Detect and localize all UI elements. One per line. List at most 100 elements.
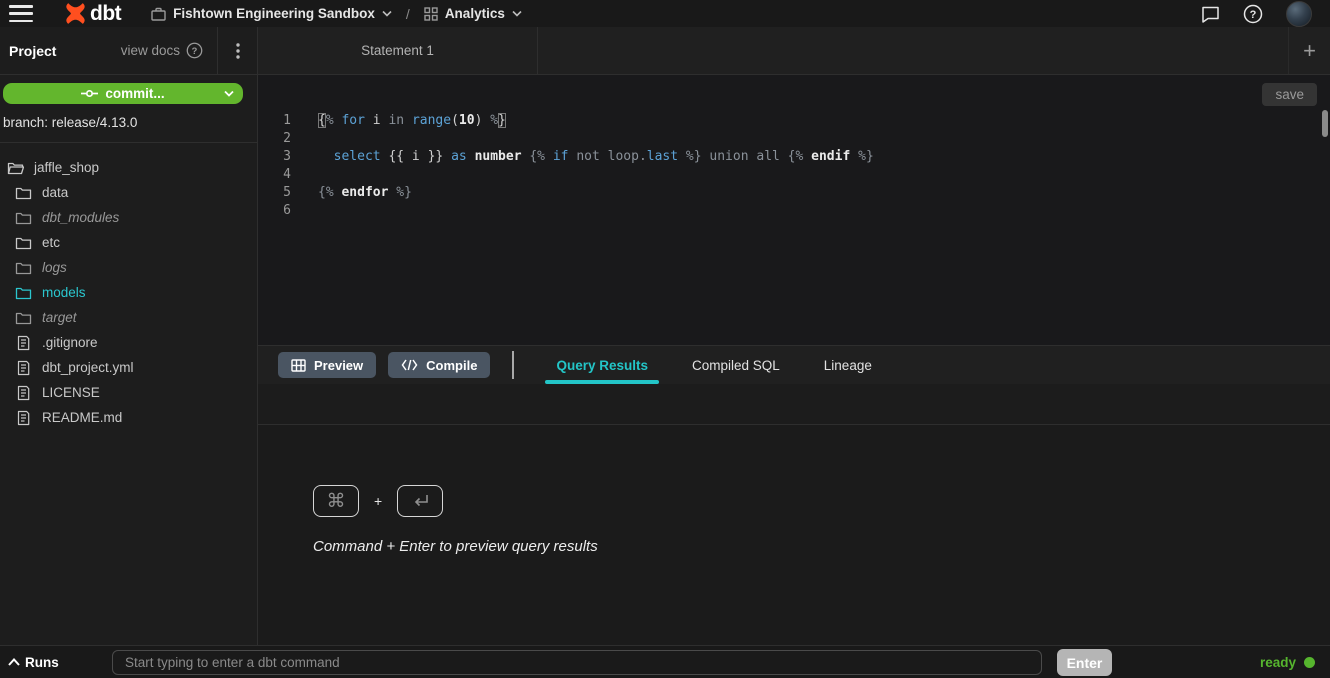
dbt-logo-mark-icon	[63, 1, 88, 26]
preview-button[interactable]: Preview	[278, 352, 376, 378]
code-icon	[401, 359, 418, 371]
tree-item--gitignore[interactable]: .gitignore	[0, 330, 257, 355]
tree-item-target[interactable]: target	[0, 305, 257, 330]
tree-item-label: target	[42, 310, 77, 325]
project-switcher[interactable]: Analytics	[424, 6, 522, 21]
tree-item-readme-md[interactable]: README.md	[0, 405, 257, 430]
chat-icon[interactable]	[1201, 5, 1220, 23]
kebab-icon	[236, 43, 240, 59]
tree-item-dbt-project-yml[interactable]: dbt_project.yml	[0, 355, 257, 380]
file-tree: jaffle_shop data dbt_modules etc logs mo…	[0, 143, 257, 645]
tree-item-label: dbt_project.yml	[42, 360, 134, 375]
enter-button[interactable]: Enter	[1057, 649, 1112, 676]
tree-item-label: .gitignore	[42, 335, 98, 350]
preview-button-label: Preview	[314, 358, 363, 373]
topbar-actions: ?	[1201, 1, 1312, 27]
help-circle-icon: ?	[186, 42, 203, 59]
tree-item-logs[interactable]: logs	[0, 255, 257, 280]
dbt-logo[interactable]: dbt	[63, 1, 121, 26]
plus-text: +	[374, 493, 382, 509]
tree-item-label: README.md	[42, 410, 122, 425]
mid-region: Project view docs ?	[0, 27, 1330, 645]
code-line: 5 {% endfor %}	[258, 184, 1330, 202]
tree-item-jaffle-shop[interactable]: jaffle_shop	[0, 155, 257, 180]
svg-text:?: ?	[1250, 9, 1257, 21]
save-button[interactable]: save	[1262, 83, 1317, 106]
tree-item-label: etc	[42, 235, 60, 250]
code-lines: 1 {% for i in range(10) %} 2 3 select {{…	[258, 112, 1330, 220]
folder-icon	[15, 310, 32, 326]
help-icon[interactable]: ?	[1243, 4, 1263, 24]
folder-icon	[15, 285, 32, 301]
command-key-icon: ⌘	[313, 485, 359, 517]
top-nav-bar: dbt Fishtown Engineering Sandbox / Analy…	[0, 0, 1330, 27]
project-sidebar: Project view docs ?	[0, 27, 258, 645]
tree-item-etc[interactable]: etc	[0, 230, 257, 255]
table-icon	[291, 359, 306, 372]
compile-button-label: Compile	[426, 358, 477, 373]
results-tab-label: Lineage	[824, 358, 872, 373]
shortcut-hint-keys: ⌘ +	[313, 485, 1330, 517]
code-line: 6	[258, 202, 1330, 220]
chevron-up-icon	[8, 658, 20, 666]
grid-icon	[424, 7, 438, 21]
tree-item-models[interactable]: models	[0, 280, 257, 305]
editor-scrollbar[interactable]	[1322, 110, 1328, 137]
sidebar-title: Project	[9, 43, 56, 59]
tree-item-label: LICENSE	[42, 385, 100, 400]
sidebar-header: Project view docs ?	[0, 27, 257, 75]
project-name: Analytics	[445, 6, 505, 21]
folder-icon	[15, 210, 32, 226]
results-tab-compiled-sql[interactable]: Compiled SQL	[670, 346, 802, 384]
chevron-down-icon	[224, 90, 234, 97]
chevron-down-icon	[382, 10, 392, 17]
new-tab-button[interactable]: +	[1288, 27, 1330, 74]
line-tokens	[304, 166, 318, 184]
code-editor[interactable]: save 1 {% for i in range(10) %} 2 3 sele…	[258, 75, 1330, 345]
enter-key-icon	[397, 485, 443, 517]
runs-toggle[interactable]: Runs	[8, 655, 59, 670]
code-line: 1 {% for i in range(10) %}	[258, 112, 1330, 130]
toolbar-divider	[512, 351, 514, 379]
tree-item-label: models	[42, 285, 86, 300]
code-line: 3 select {{ i }} as number {% if not loo…	[258, 148, 1330, 166]
code-line: 2	[258, 130, 1330, 148]
file-icon	[15, 410, 32, 426]
account-switcher[interactable]: Fishtown Engineering Sandbox	[151, 6, 392, 21]
user-avatar[interactable]	[1286, 1, 1312, 27]
results-header-row	[258, 384, 1330, 425]
account-name: Fishtown Engineering Sandbox	[173, 6, 375, 21]
dbt-command-input[interactable]	[112, 650, 1042, 675]
tree-item-label: data	[42, 185, 68, 200]
tree-item-license[interactable]: LICENSE	[0, 380, 257, 405]
folder-icon	[15, 235, 32, 251]
line-number: 4	[258, 166, 304, 184]
git-section: commit... branch: release/4.13.0	[0, 75, 257, 143]
file-icon	[15, 385, 32, 401]
main-area: Statement 1 + save 1 {% for i in range(1…	[258, 27, 1330, 645]
branch-label: branch: release/4.13.0	[0, 104, 257, 142]
folder-open-icon	[7, 160, 24, 176]
dbt-logo-text: dbt	[90, 2, 121, 26]
results-tab-query-results[interactable]: Query Results	[534, 346, 670, 384]
results-tab-label: Query Results	[556, 358, 648, 373]
line-number: 6	[258, 202, 304, 220]
tree-item-dbt-modules[interactable]: dbt_modules	[0, 205, 257, 230]
breadcrumb-separator: /	[406, 6, 410, 22]
line-tokens	[304, 130, 318, 148]
view-docs-link[interactable]: view docs ?	[121, 42, 217, 59]
tree-item-label: jaffle_shop	[34, 160, 99, 175]
tree-item-label: dbt_modules	[42, 210, 119, 225]
editor-tab-statement-1[interactable]: Statement 1	[258, 27, 538, 74]
svg-text:?: ?	[192, 46, 198, 56]
tree-item-data[interactable]: data	[0, 180, 257, 205]
results-tab-lineage[interactable]: Lineage	[802, 346, 894, 384]
hamburger-menu-icon[interactable]	[9, 5, 33, 22]
compile-button[interactable]: Compile	[388, 352, 490, 378]
results-tabs: Query Results Compiled SQL Lineage	[534, 346, 893, 384]
commit-button[interactable]: commit...	[3, 83, 243, 104]
folder-icon	[15, 260, 32, 276]
results-toolbar: Preview Compile Query Results Compiled S…	[258, 345, 1330, 384]
sidebar-menu-button[interactable]	[217, 27, 257, 74]
line-tokens: {% for i in range(10) %}	[304, 112, 506, 130]
